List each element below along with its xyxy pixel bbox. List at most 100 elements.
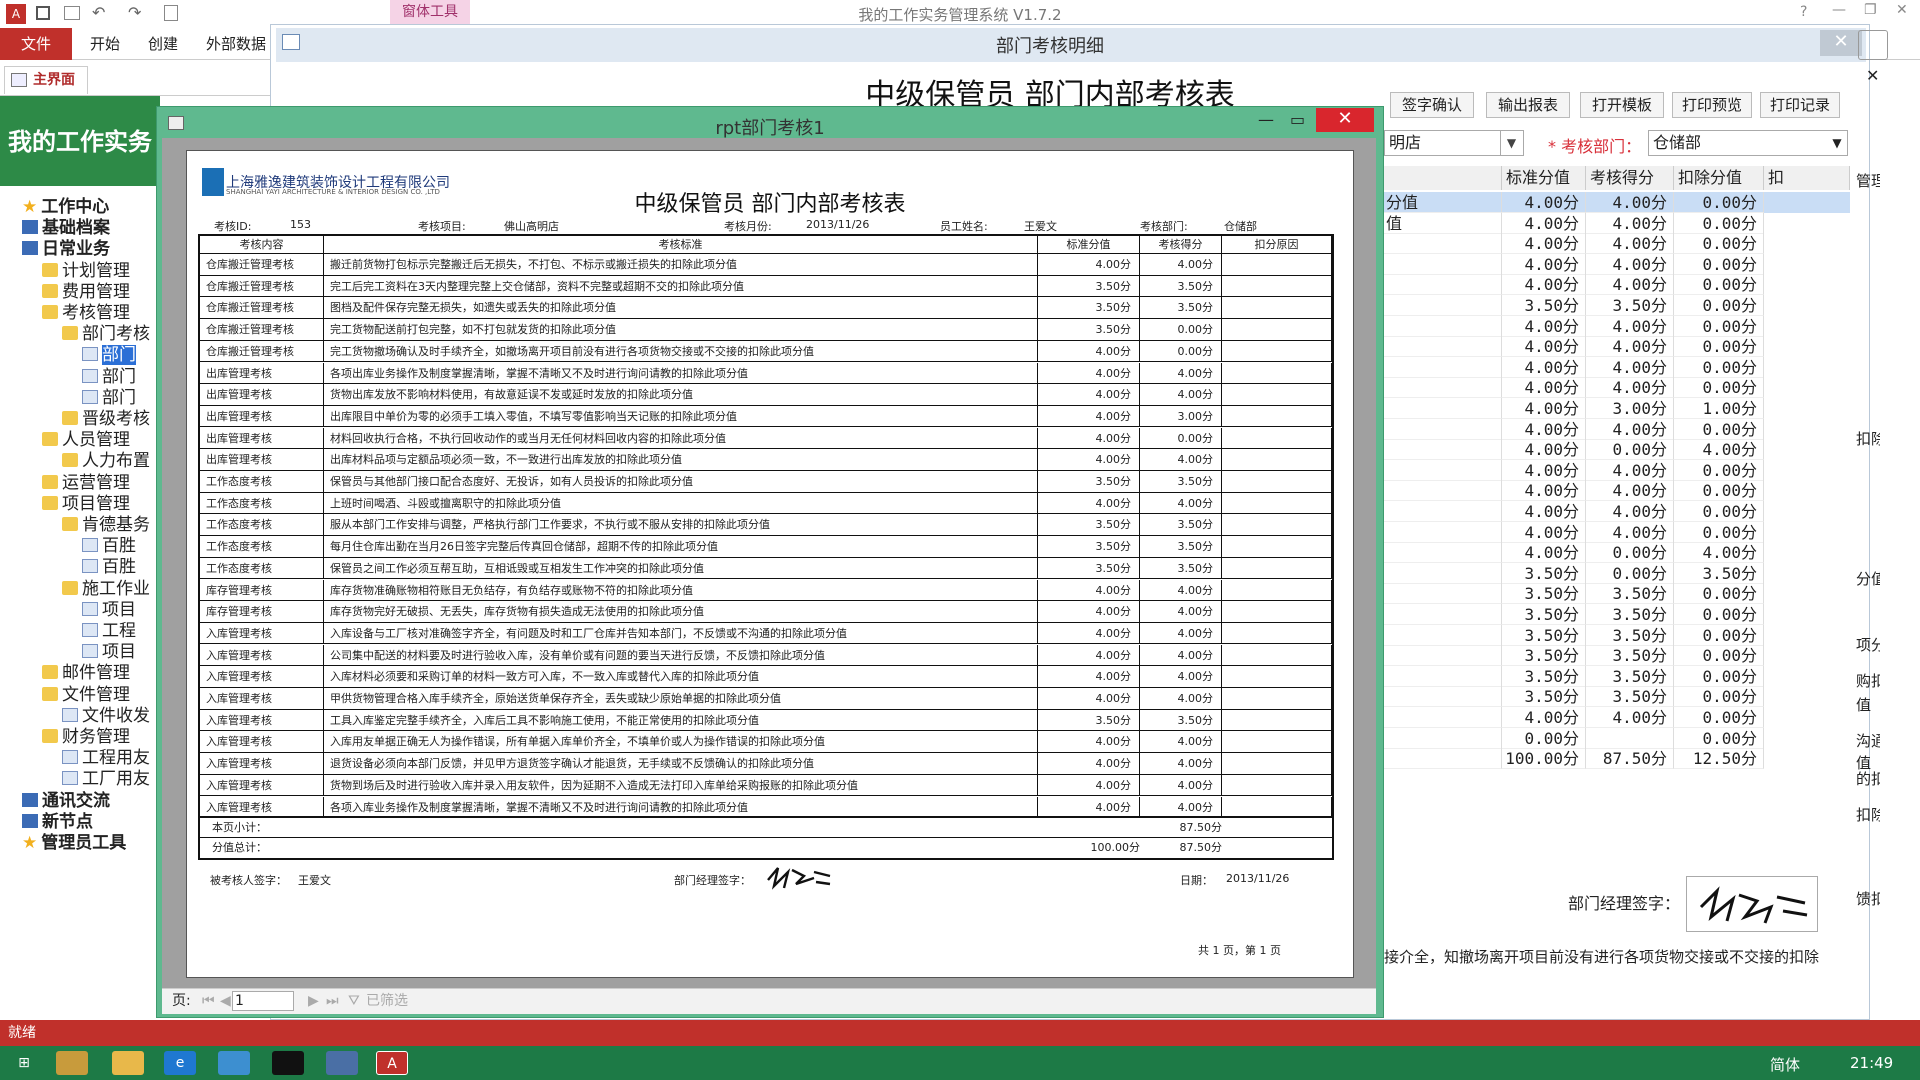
grid-cell[interactable] xyxy=(1384,707,1502,728)
grid-cell[interactable]: 4.00分 xyxy=(1586,274,1674,296)
grid-row[interactable]: 4.00分 4.00分 0.00分 xyxy=(1384,356,1850,378)
undo-icon[interactable]: ↶ xyxy=(92,3,105,22)
grid-cell[interactable]: 4.00分 xyxy=(1586,192,1674,213)
grid-cell[interactable]: 4.00分 xyxy=(1502,459,1586,481)
grid-cell[interactable] xyxy=(1384,295,1502,316)
grid-cell[interactable] xyxy=(1384,665,1502,687)
grid-cell[interactable]: 12.50分 xyxy=(1674,748,1764,770)
help-icon[interactable]: ? xyxy=(1800,4,1807,20)
grid-cell[interactable] xyxy=(1384,501,1502,522)
grid-cell[interactable]: 0.00分 xyxy=(1502,727,1586,749)
grid-cell[interactable]: 3.50分 xyxy=(1502,604,1586,625)
grid-cell[interactable]: 3.50分 xyxy=(1586,624,1674,646)
grid-cell[interactable]: 0.00分 xyxy=(1674,336,1764,358)
grid-row[interactable]: 4.00分 4.00分 0.00分 xyxy=(1384,418,1850,440)
grid-row[interactable]: 3.50分 3.50分 0.00分 xyxy=(1384,295,1850,316)
grid-cell[interactable]: 100.00分 xyxy=(1502,748,1586,770)
grid-row[interactable]: 4.00分 4.00分 0.00分 xyxy=(1384,315,1850,337)
grid-cell[interactable] xyxy=(1586,727,1674,749)
grid-row[interactable]: 3.50分 3.50分 0.00分 xyxy=(1384,665,1850,687)
tab-create[interactable]: 创建 xyxy=(148,28,178,60)
grid-cell[interactable]: 4.00分 xyxy=(1586,459,1674,481)
grid-cell[interactable] xyxy=(1384,398,1502,419)
grid-cell[interactable]: 3.50分 xyxy=(1586,583,1674,605)
grid-cell[interactable] xyxy=(1384,439,1502,461)
grid-cell[interactable]: 3.50分 xyxy=(1586,645,1674,667)
form-icon[interactable] xyxy=(64,6,80,20)
grid-cell[interactable]: 0.00分 xyxy=(1674,686,1764,708)
ime-indicator[interactable]: 简体 xyxy=(1770,1054,1800,1075)
grid-cell[interactable]: 4.00分 xyxy=(1586,377,1674,399)
grid-cell[interactable] xyxy=(1384,336,1502,358)
detail-close-button[interactable]: ✕ xyxy=(1820,30,1862,56)
grid-cell[interactable]: 3.50分 xyxy=(1502,686,1586,708)
grid-cell[interactable]: 4.00分 xyxy=(1502,542,1586,564)
grid-cell[interactable]: 4.00分 xyxy=(1586,356,1674,378)
grid-cell[interactable]: 4.00分 xyxy=(1502,274,1586,296)
tab-main-form[interactable]: 主界面 xyxy=(4,66,88,94)
grid-cell[interactable]: 3.00分 xyxy=(1586,398,1674,419)
grid-cell[interactable]: 4.00分 xyxy=(1502,212,1586,234)
grid-row[interactable]: 4.00分 0.00分 4.00分 xyxy=(1384,542,1850,564)
grid-cell[interactable]: 4.00分 xyxy=(1502,501,1586,522)
ie-icon[interactable]: e xyxy=(164,1051,196,1075)
grid-cell[interactable]: 0.00分 xyxy=(1674,583,1764,605)
clock[interactable]: 21:49 xyxy=(1850,1054,1893,1072)
grid-cell[interactable] xyxy=(1384,459,1502,481)
grid-row[interactable]: 4.00分 4.00分 0.00分 xyxy=(1384,459,1850,481)
dept-combobox[interactable]: 仓储部 xyxy=(1648,130,1848,156)
grid-cell[interactable]: 4.00分 xyxy=(1502,707,1586,728)
tab-home[interactable]: 开始 xyxy=(90,28,120,60)
grid-row[interactable]: 4.00分 4.00分 0.00分 xyxy=(1384,480,1850,502)
grid-cell[interactable]: 分值 xyxy=(1384,192,1502,213)
terminal-icon[interactable] xyxy=(272,1051,304,1075)
grid-cell[interactable]: 0.00分 xyxy=(1674,624,1764,646)
grid-cell[interactable]: 4.00分 xyxy=(1502,418,1586,440)
access-app-icon[interactable]: A xyxy=(6,4,26,24)
grid-cell[interactable] xyxy=(1384,624,1502,646)
grid-cell[interactable]: 4.00分 xyxy=(1502,398,1586,419)
grid-cell[interactable] xyxy=(1384,233,1502,255)
grid-cell[interactable]: 4.00分 xyxy=(1674,542,1764,564)
grid-row[interactable]: 4.00分 3.00分 1.00分 xyxy=(1384,398,1850,419)
grid-cell[interactable]: 3.50分 xyxy=(1502,583,1586,605)
grid-cell[interactable]: 4.00分 xyxy=(1502,336,1586,358)
grid-cell[interactable]: 3.50分 xyxy=(1586,604,1674,625)
grid-cell[interactable]: 4.00分 xyxy=(1502,253,1586,275)
network-app-icon[interactable] xyxy=(326,1051,358,1075)
next-page-icon[interactable]: ▶ xyxy=(308,989,319,1013)
grid-cell[interactable] xyxy=(1384,645,1502,667)
grid-cell[interactable] xyxy=(1384,562,1502,584)
grid-cell[interactable]: 3.50分 xyxy=(1502,665,1586,687)
print-preview-button[interactable]: 打印预览 xyxy=(1672,92,1752,118)
panel-close-icon[interactable]: ✕ xyxy=(1866,66,1879,85)
explorer-icon[interactable] xyxy=(112,1051,144,1075)
grid-cell[interactable]: 0.00分 xyxy=(1674,665,1764,687)
grid-cell[interactable]: 0.00分 xyxy=(1674,274,1764,296)
grid-cell[interactable]: 3.50分 xyxy=(1502,295,1586,316)
access-taskbar-icon[interactable]: A xyxy=(376,1051,408,1075)
minimize-icon[interactable]: — xyxy=(1258,110,1274,129)
save-icon[interactable] xyxy=(36,6,50,20)
grid-row[interactable]: 4.00分 4.00分 0.00分 xyxy=(1384,253,1850,275)
grid-row[interactable]: 4.00分 4.00分 0.00分 xyxy=(1384,274,1850,296)
grid-cell[interactable] xyxy=(1384,480,1502,502)
grid-row[interactable]: 3.50分 3.50分 0.00分 xyxy=(1384,583,1850,605)
context-tab-form-tools[interactable]: 窗体工具 xyxy=(390,0,470,24)
grid-cell[interactable]: 值 xyxy=(1384,212,1502,234)
print-preview-icon[interactable] xyxy=(164,5,178,21)
grid-cell[interactable]: 4.00分 xyxy=(1586,233,1674,255)
grid-cell[interactable]: 4.00分 xyxy=(1502,315,1586,337)
grid-row[interactable]: 0.00分 0.00分 xyxy=(1384,727,1850,749)
grid-cell[interactable]: 3.50分 xyxy=(1502,624,1586,646)
grid-row[interactable]: 值 4.00分 4.00分 0.00分 xyxy=(1384,212,1850,234)
grid-cell[interactable]: 4.00分 xyxy=(1502,356,1586,378)
grid-cell[interactable]: 4.00分 xyxy=(1586,315,1674,337)
grid-row[interactable]: 3.50分 3.50分 0.00分 xyxy=(1384,645,1850,667)
first-page-icon[interactable]: ⏮ xyxy=(202,989,215,1013)
grid-cell[interactable]: 4.00分 xyxy=(1586,480,1674,502)
print-record-button[interactable]: 打印记录 xyxy=(1760,92,1840,118)
grid-cell[interactable]: 0.00分 xyxy=(1674,604,1764,625)
chevron-down-icon[interactable]: ▼ xyxy=(1826,131,1848,155)
grid-cell[interactable] xyxy=(1384,748,1502,770)
